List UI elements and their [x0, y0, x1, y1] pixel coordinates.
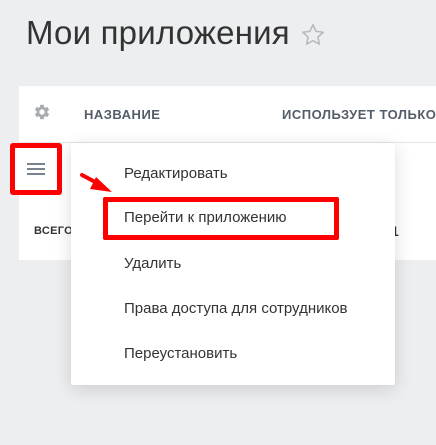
page-title: Мои приложения	[26, 14, 290, 51]
menu-item-delete[interactable]: Удалить	[124, 255, 181, 272]
column-header-name[interactable]: НАЗВАНИЕ	[84, 107, 160, 122]
menu-item-employee-access[interactable]: Права доступа для сотрудников	[124, 300, 348, 317]
row-menu-highlight-frame	[10, 143, 62, 195]
star-outline-icon[interactable]	[300, 22, 326, 48]
hamburger-menu-icon	[27, 162, 45, 176]
menu-item-go-to-app[interactable]: Перейти к приложению	[124, 209, 287, 226]
gear-icon[interactable]	[33, 103, 51, 121]
footer-total-label: ВСЕГО	[34, 225, 73, 237]
red-arrow-icon	[80, 173, 112, 192]
row-menu-button[interactable]	[20, 153, 52, 185]
column-header-uses-only[interactable]: ИСПОЛЬЗУЕТ ТОЛЬКО	[282, 107, 436, 122]
menu-item-edit[interactable]: Редактировать	[124, 165, 228, 182]
table-header: НАЗВАНИЕ ИСПОЛЬЗУЕТ ТОЛЬКО	[19, 86, 436, 143]
menu-item-reinstall[interactable]: Переустановить	[124, 345, 237, 362]
page-header: Мои приложения	[26, 14, 326, 52]
